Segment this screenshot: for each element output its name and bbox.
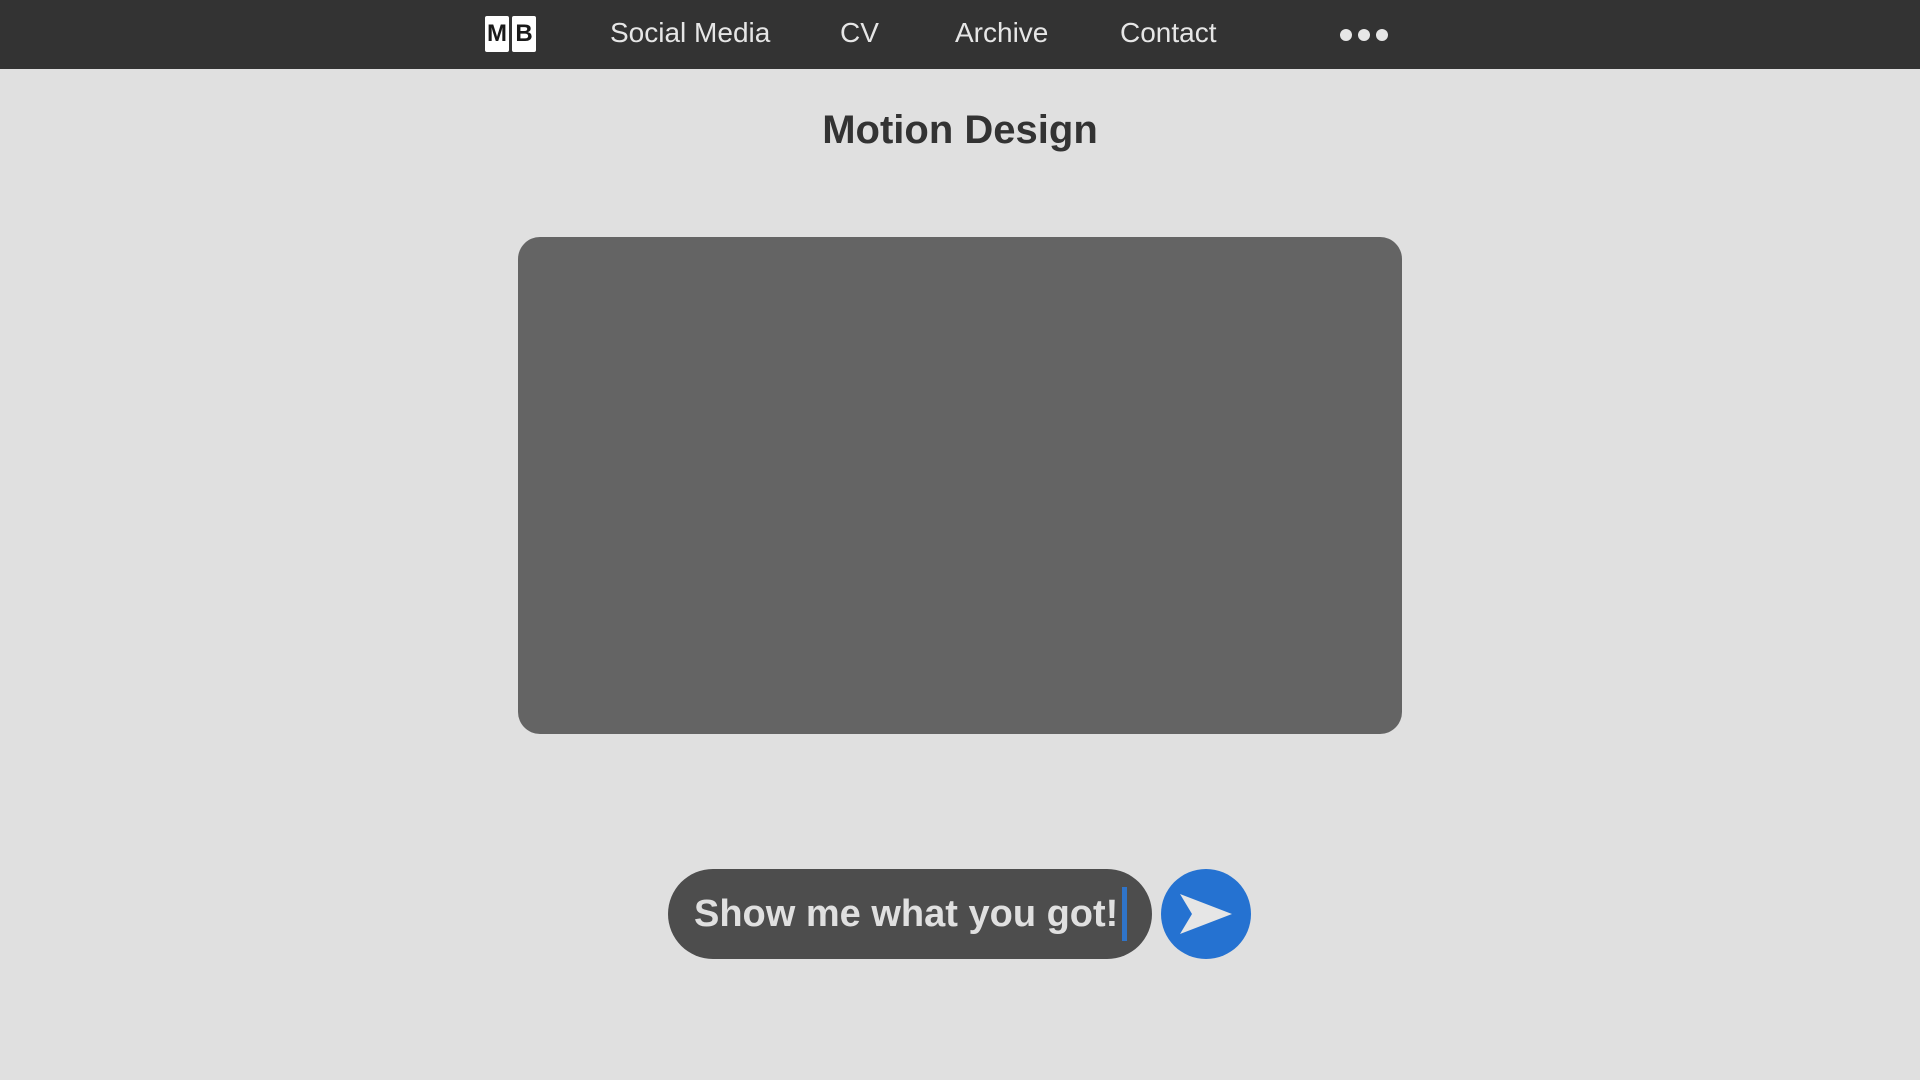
more-menu-button[interactable] [1340, 27, 1392, 43]
ellipsis-icon [1340, 29, 1352, 41]
send-arrow-icon [1180, 894, 1232, 934]
ellipsis-icon [1376, 29, 1388, 41]
nav-social-media[interactable]: Social Media [610, 0, 770, 69]
page-title: Motion Design [822, 108, 1098, 152]
nav-cv[interactable]: CV [840, 0, 879, 69]
chat-input[interactable]: Show me what you got! [668, 869, 1152, 959]
top-navigation-bar: M B Social Media CV Archive Contact [0, 0, 1920, 69]
text-caret [1122, 887, 1128, 941]
ellipsis-icon [1358, 29, 1370, 41]
nav-contact[interactable]: Contact [1120, 0, 1217, 69]
logo-letter-b: B [512, 16, 536, 52]
media-panel[interactable] [518, 237, 1402, 734]
chat-input-value: Show me what you got! [694, 892, 1119, 935]
mb-logo[interactable]: M B [485, 16, 536, 52]
send-button[interactable] [1161, 869, 1251, 959]
nav-archive[interactable]: Archive [955, 0, 1048, 69]
logo-letter-m: M [485, 16, 509, 52]
